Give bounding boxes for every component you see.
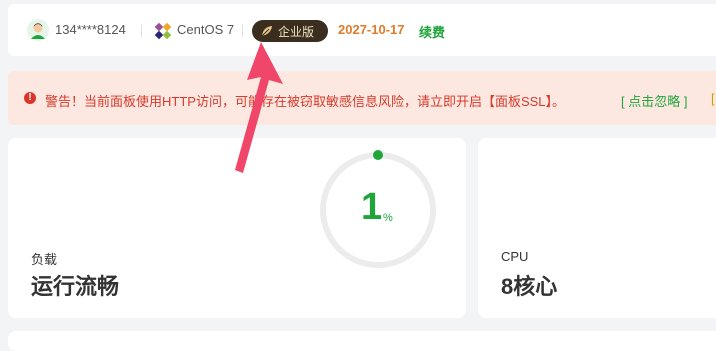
leaf-icon bbox=[261, 26, 272, 37]
cpu-label: CPU bbox=[501, 249, 529, 264]
cpu-cores: 8核心 bbox=[501, 274, 558, 299]
cpu-card: CPU 8核心 bbox=[478, 138, 716, 318]
load-percent: 1 bbox=[361, 186, 383, 228]
user-phone[interactable]: 134****8124 bbox=[55, 22, 126, 37]
top-info-bar: 134****8124 CentOS 7 企业版 2027-10-17 续费 bbox=[8, 4, 716, 56]
edition-label: 企业版 bbox=[278, 24, 315, 39]
warning-more-link[interactable]: [ bbox=[711, 91, 715, 106]
annotation-arrow bbox=[235, 42, 283, 173]
ignore-link[interactable]: [ 点击忽略 ] bbox=[621, 91, 687, 110]
user-avatar-icon[interactable] bbox=[27, 19, 49, 41]
next-card bbox=[8, 331, 716, 351]
renew-link[interactable]: 续费 bbox=[419, 22, 445, 41]
divider bbox=[141, 25, 142, 37]
edition-badge[interactable]: 企业版 bbox=[252, 20, 328, 42]
warning-text: 警告！当前面板使用HTTP访问，可能存在被窃取敏感信息风险，请立即开启【面板SS… bbox=[45, 94, 566, 109]
expire-date: 2027-10-17 bbox=[338, 22, 405, 37]
os-name: CentOS 7 bbox=[177, 22, 235, 37]
divider bbox=[242, 25, 243, 37]
ssl-warning-banner: ! 警告！当前面板使用HTTP访问，可能存在被窃取敏感信息风险，请立即开启【面板… bbox=[8, 71, 716, 125]
load-status: 运行流畅 bbox=[31, 274, 120, 299]
centos-icon bbox=[154, 22, 172, 40]
load-label: 负载 bbox=[31, 252, 58, 267]
alert-icon: ! bbox=[24, 92, 36, 104]
load-unit: % bbox=[383, 212, 393, 224]
